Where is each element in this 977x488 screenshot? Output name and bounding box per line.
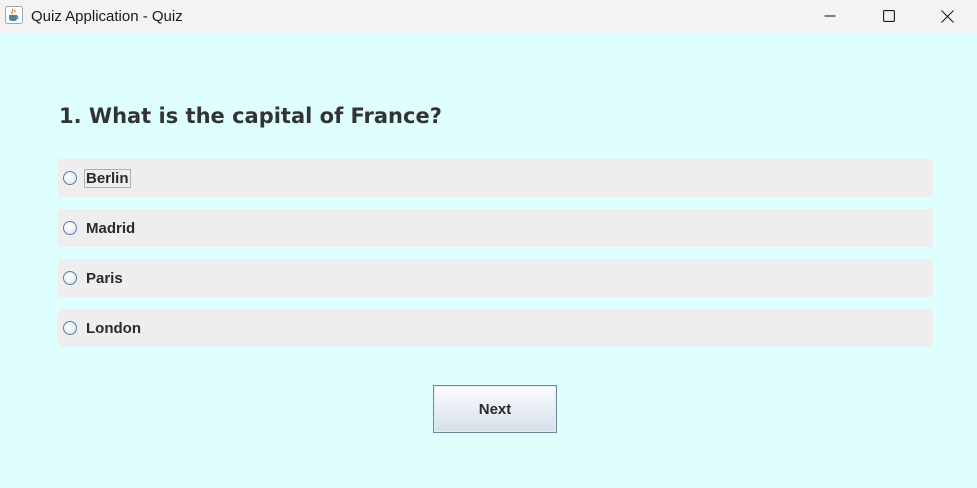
- title-bar[interactable]: Quiz Application - Quiz: [0, 0, 977, 34]
- window-title: Quiz Application - Quiz: [31, 8, 183, 25]
- maximize-icon: [883, 10, 895, 22]
- option-paris[interactable]: Paris: [58, 259, 933, 297]
- radio-button[interactable]: [63, 221, 77, 235]
- radio-button[interactable]: [63, 271, 77, 285]
- close-icon: [940, 9, 954, 23]
- question-text: 1. What is the capital of France?: [59, 104, 442, 128]
- option-london[interactable]: London: [58, 309, 933, 347]
- minimize-button[interactable]: [801, 0, 859, 32]
- maximize-button[interactable]: [860, 0, 918, 32]
- close-button[interactable]: [918, 0, 976, 32]
- option-label: Paris: [86, 270, 123, 287]
- radio-button[interactable]: [63, 171, 77, 185]
- option-madrid[interactable]: Madrid: [58, 209, 933, 247]
- option-label: Berlin: [84, 169, 131, 188]
- minimize-icon: [824, 15, 836, 17]
- quiz-window: Quiz Application - Quiz 1. What is the c…: [0, 0, 977, 488]
- java-cup-icon: [5, 6, 23, 24]
- radio-button[interactable]: [63, 321, 77, 335]
- option-label: London: [86, 320, 141, 337]
- option-label: Madrid: [86, 220, 136, 237]
- option-berlin[interactable]: Berlin: [58, 159, 933, 197]
- next-button[interactable]: Next: [433, 385, 557, 433]
